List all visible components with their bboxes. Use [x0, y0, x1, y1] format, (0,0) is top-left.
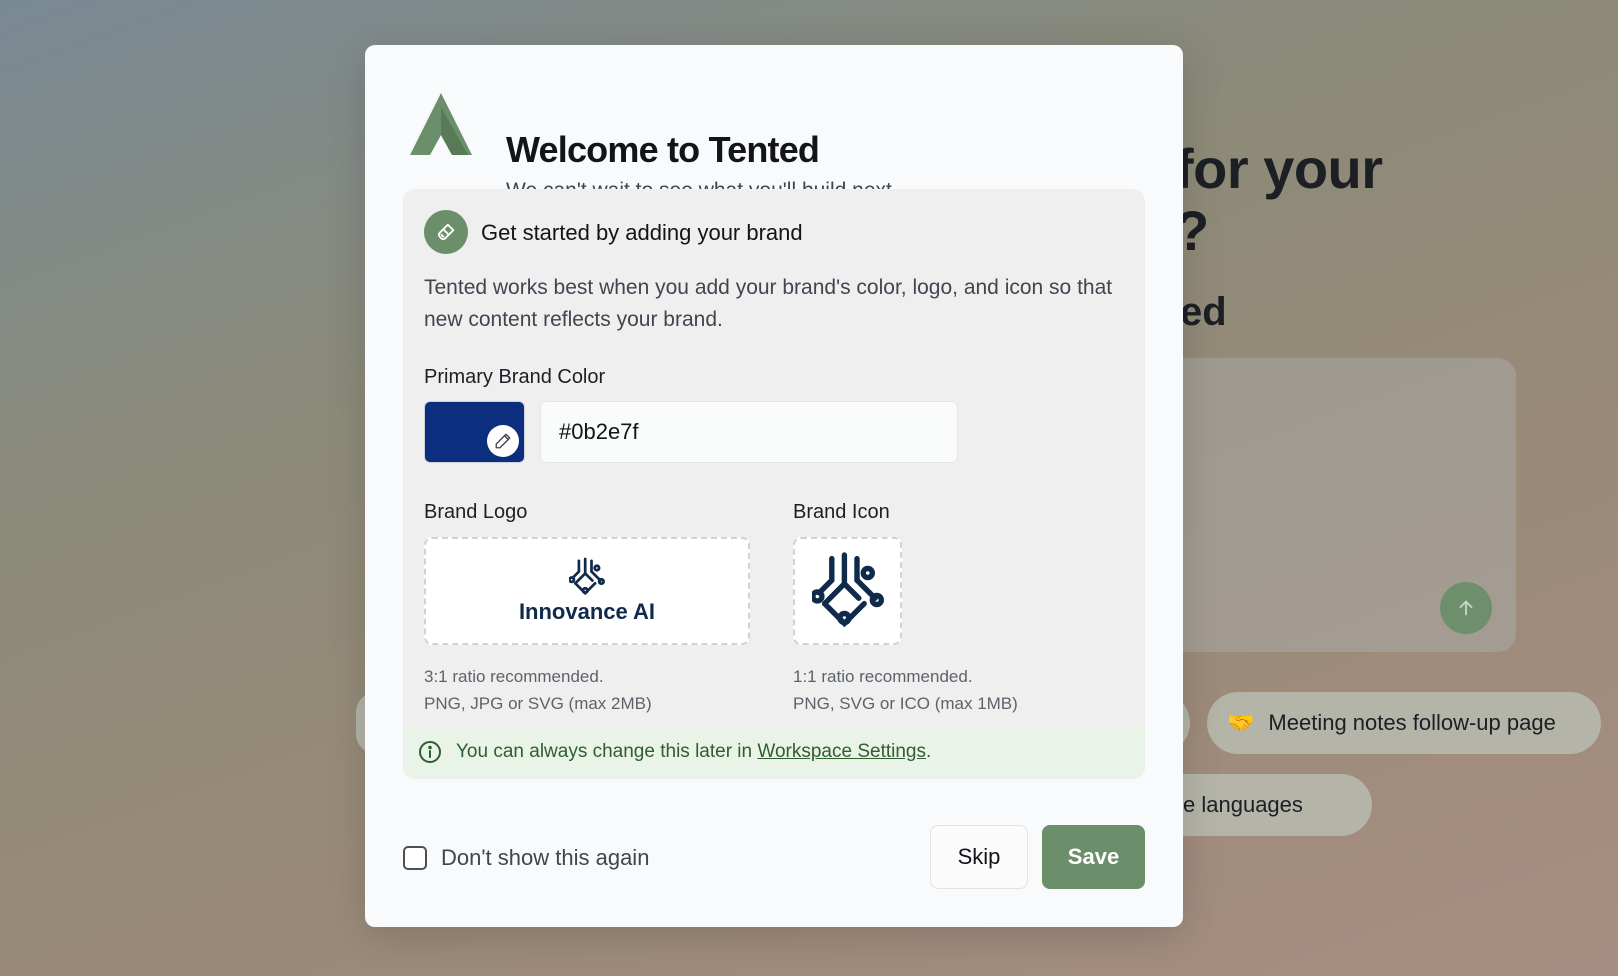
panel-heading: Get started by adding your brand [481, 220, 803, 245]
circuit-icon [569, 557, 605, 596]
suggestion-chip-meeting-notes[interactable]: 🤝 Meeting notes follow-up page [1207, 692, 1601, 754]
welcome-modal: Welcome to Tented We can't wait to see w… [365, 45, 1183, 927]
logo-label: Brand Logo [424, 501, 528, 523]
send-button[interactable] [1440, 582, 1492, 634]
background-subheading: ed [1180, 290, 1227, 334]
brand-setup-panel: Get started by adding your brand Tented … [403, 189, 1145, 779]
tented-logo [410, 93, 472, 155]
chip-label: Meeting notes follow-up page [1268, 710, 1556, 735]
brush-icon [437, 223, 455, 241]
info-icon [419, 741, 441, 763]
logo-hint: 3:1 ratio recommended. PNG, JPG or SVG (… [424, 667, 652, 713]
color-hex-input[interactable] [540, 401, 958, 463]
panel-description: Tented works best when you add your bran… [424, 276, 1113, 331]
pencil-icon [495, 433, 511, 449]
arrow-up-icon [1459, 600, 1473, 616]
handshake-icon: 🤝 [1227, 710, 1255, 735]
info-banner: You can always change this later in Work… [403, 725, 1145, 779]
icon-upload-dropzone[interactable] [793, 537, 902, 645]
edit-color-button[interactable] [487, 425, 519, 457]
workspace-settings-link[interactable]: Workspace Settings [757, 741, 926, 762]
skip-button[interactable]: Skip [930, 825, 1028, 889]
logo-upload-dropzone[interactable]: Innovance AI [424, 537, 750, 645]
modal-title: Welcome to Tented [506, 129, 820, 170]
brush-badge [424, 210, 468, 254]
dont-show-label: Don't show this again [441, 845, 650, 870]
icon-label: Brand Icon [793, 501, 890, 523]
dont-show-again[interactable]: Don't show this again [403, 845, 649, 871]
info-text: You can always change this later in Work… [456, 741, 932, 762]
icon-hint: 1:1 ratio recommended. PNG, SVG or ICO (… [793, 667, 1018, 713]
logo-preview-text: Innovance AI [518, 599, 656, 624]
background-heading: for your ? [1175, 137, 1383, 262]
circuit-icon [811, 552, 884, 628]
save-button[interactable]: Save [1042, 825, 1145, 889]
dont-show-checkbox[interactable] [403, 846, 427, 870]
color-label: Primary Brand Color [424, 366, 606, 388]
